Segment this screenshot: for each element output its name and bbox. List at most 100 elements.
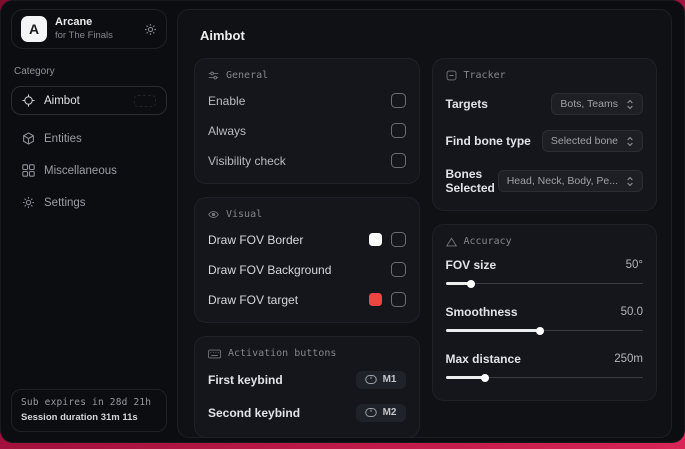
unfold-icon xyxy=(626,136,634,147)
visual-card-header: Visual xyxy=(208,209,406,220)
card-title: Tracker xyxy=(463,70,506,81)
draw-fov-border-checkbox[interactable] xyxy=(390,232,406,247)
gear-icon xyxy=(22,196,35,209)
mouse-icon xyxy=(364,375,377,384)
slider-knob[interactable] xyxy=(536,326,545,335)
sidebar-nav: Aimbot Entities Miscellaneous Settings xyxy=(11,86,167,220)
accuracy-card: Accuracy FOV size 50° Smoothness 50.0 Ma… xyxy=(431,224,657,401)
settings-row: Visibility check xyxy=(208,146,406,176)
settings-row: Find bone type Selected bone xyxy=(445,123,643,160)
row-controls xyxy=(390,262,406,277)
select-value: Head, Neck, Body, Pe... xyxy=(506,175,618,187)
slider-value: 250m xyxy=(614,353,643,365)
row-label: Draw FOV Background xyxy=(208,262,332,277)
tracker-card-header: Tracker xyxy=(446,70,644,81)
row-label: First keybind xyxy=(208,373,283,387)
row-label: Find bone type xyxy=(445,134,531,148)
slider-row-header: Smoothness 50.0 xyxy=(446,305,644,319)
sidebar: A Arcane for The Finals Category Aimbot … xyxy=(1,1,175,442)
row-label: Bones Selected xyxy=(445,167,495,195)
first-keybind-button[interactable]: M1 xyxy=(355,371,406,389)
tracker-icon xyxy=(446,70,457,81)
sidebar-item-settings[interactable]: Settings xyxy=(11,188,167,217)
draw-fov-target-checkbox[interactable] xyxy=(390,292,406,307)
crosshair-icon xyxy=(22,94,35,107)
sidebar-item-entities[interactable]: Entities xyxy=(11,124,167,153)
app-logo: A xyxy=(21,16,47,42)
left-column: General Enable Always Visibility check V… xyxy=(194,58,420,437)
content-columns: General Enable Always Visibility check V… xyxy=(194,58,657,437)
targets-select[interactable]: Bots, Teams xyxy=(551,93,643,115)
keybind-value: M1 xyxy=(382,374,397,385)
draw-fov-border-swatch[interactable] xyxy=(368,233,382,246)
always-checkbox[interactable] xyxy=(390,123,406,138)
tracker-card: Tracker Targets Bots, Teams Find bone ty… xyxy=(431,58,657,211)
slider-value: 50° xyxy=(625,259,643,271)
general-card-header: General xyxy=(208,70,406,81)
row-label: Smoothness xyxy=(445,305,518,319)
settings-row: Enable xyxy=(208,86,406,116)
slider-row-header: FOV size 50° xyxy=(446,258,644,272)
settings-row: First keybind M1 xyxy=(208,364,406,397)
general-card: General Enable Always Visibility check xyxy=(194,58,420,184)
eye-icon xyxy=(208,209,219,220)
settings-row: Targets Bots, Teams xyxy=(445,86,643,123)
row-controls xyxy=(368,232,406,247)
row-label: FOV size xyxy=(445,258,497,272)
right-column: Tracker Targets Bots, Teams Find bone ty… xyxy=(431,58,657,414)
row-label: Always xyxy=(208,123,247,138)
row-label: Draw FOV Border xyxy=(208,232,304,247)
sidebar-item-label: Entities xyxy=(44,132,82,145)
unfold-icon xyxy=(626,176,634,187)
unfold-icon xyxy=(626,99,634,110)
select-value: Bots, Teams xyxy=(560,98,618,110)
enable-checkbox[interactable] xyxy=(390,93,406,108)
grid-icon xyxy=(22,164,35,177)
keybind-placeholder xyxy=(134,94,156,107)
row-label: Second keybind xyxy=(208,406,301,420)
sliders-icon xyxy=(208,70,219,81)
slider-knob[interactable] xyxy=(481,373,489,382)
session-duration-text: Session duration 31m 11s xyxy=(21,412,138,423)
card-title: Visual xyxy=(226,209,263,220)
max-distance-slider[interactable] xyxy=(445,372,643,383)
sidebar-item-aimbot[interactable]: Aimbot xyxy=(11,86,167,115)
smoothness-slider[interactable] xyxy=(445,325,643,336)
find-bone-type-select[interactable]: Selected bone xyxy=(541,130,643,152)
slider-fill xyxy=(445,376,485,379)
main-panel: Aimbot General Enable Always Visibility … xyxy=(177,9,672,438)
sidebar-item-label: Aimbot xyxy=(44,94,80,107)
slider-value: 50.0 xyxy=(620,306,643,318)
slider-row-header: Max distance 250m xyxy=(446,352,644,366)
page-title: Aimbot xyxy=(200,28,245,43)
gear-icon[interactable] xyxy=(144,23,157,36)
row-label: Targets xyxy=(445,97,488,111)
card-title: Accuracy xyxy=(463,236,512,247)
settings-row: Draw FOV Border xyxy=(208,225,406,255)
row-label: Max distance xyxy=(445,352,521,366)
second-keybind-button[interactable]: M2 xyxy=(355,404,406,422)
row-controls xyxy=(368,292,406,307)
subscription-status: Sub expires in 28d 21h Session duration … xyxy=(11,389,167,432)
settings-row: Bones Selected Head, Neck, Body, Pe... xyxy=(445,160,643,203)
app-header: A Arcane for The Finals xyxy=(11,9,167,49)
select-value: Selected bone xyxy=(550,135,618,147)
sidebar-item-miscellaneous[interactable]: Miscellaneous xyxy=(11,156,167,185)
settings-row: Draw FOV target xyxy=(208,285,406,315)
bones-selected-select[interactable]: Head, Neck, Body, Pe... xyxy=(497,170,643,192)
category-label: Category xyxy=(14,66,55,77)
sidebar-item-label: Miscellaneous xyxy=(44,164,117,177)
slider-row: Max distance 250m xyxy=(445,346,644,393)
sidebar-item-label: Settings xyxy=(44,196,86,209)
app-subtitle: for The Finals xyxy=(55,29,113,41)
row-label: Draw FOV target xyxy=(208,292,299,307)
card-title: Activation buttons xyxy=(228,348,337,359)
row-label: Enable xyxy=(208,93,246,108)
draw-fov-target-swatch[interactable] xyxy=(368,293,382,306)
draw-fov-background-checkbox[interactable] xyxy=(390,262,406,277)
slider-knob[interactable] xyxy=(467,279,476,288)
visibility-check-checkbox[interactable] xyxy=(390,153,406,168)
triangle-icon xyxy=(445,236,457,247)
settings-row: Second keybind M2 xyxy=(208,397,406,430)
fov-size-slider[interactable] xyxy=(445,278,643,289)
